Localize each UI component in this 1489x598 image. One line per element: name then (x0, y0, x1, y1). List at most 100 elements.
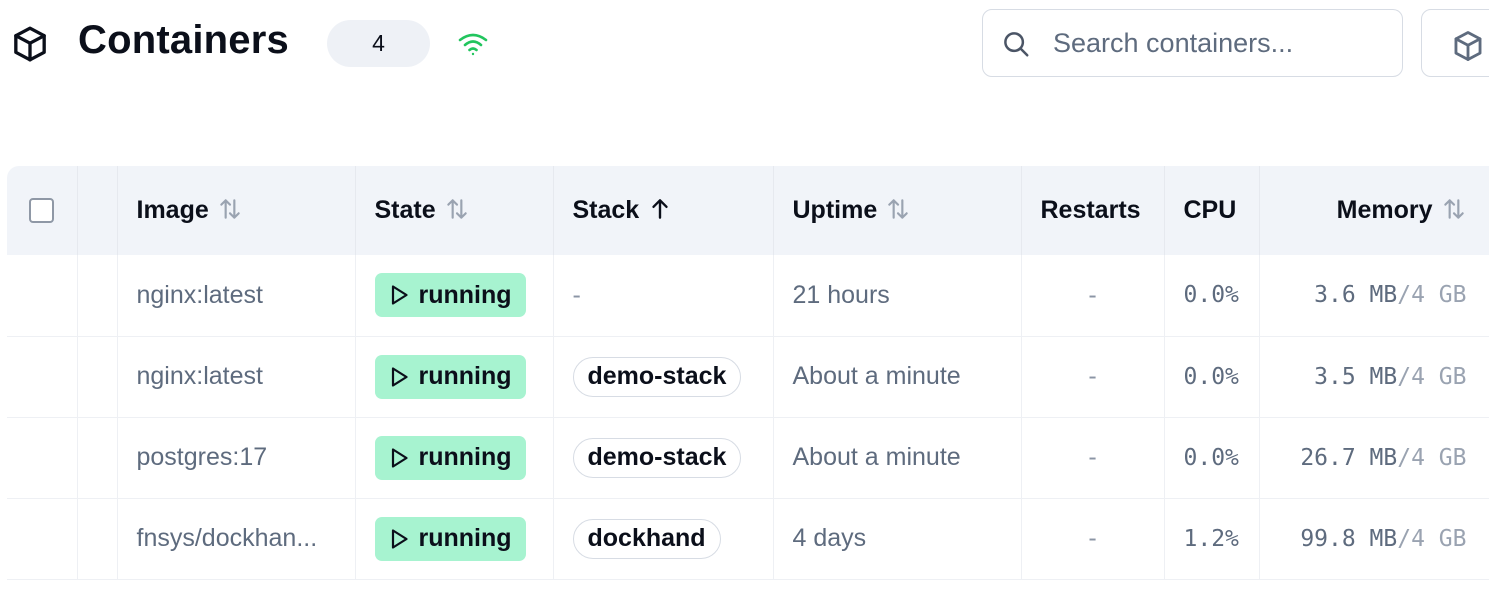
memory-total: /4 GB (1397, 282, 1467, 309)
column-header-cpu: CPU (1164, 166, 1260, 255)
row-spacer (77, 417, 118, 498)
sort-arrows-icon[interactable] (885, 196, 911, 222)
containers-table: Image State Stack Uptime Restarts CPU Me… (7, 166, 1489, 580)
stack-cell: demo-stack (553, 336, 774, 417)
play-icon (391, 447, 408, 468)
cube-icon (1454, 31, 1482, 61)
uptime-cell: 21 hours (773, 255, 1022, 336)
search-input[interactable] (1053, 22, 1383, 64)
status-badge: running (374, 354, 526, 399)
column-header-restarts: Restarts (1021, 166, 1165, 255)
containers-page: Containers 4 Search containers... Image … (0, 0, 1489, 598)
column-header-label: Image (136, 196, 209, 224)
sort-arrows-icon[interactable] (444, 196, 470, 222)
restarts-value: - (1088, 524, 1097, 552)
wifi-icon (458, 33, 488, 56)
memory-cell: 3.5 MB/4 GB (1259, 336, 1489, 417)
memory-used: 26.7 MB (1300, 444, 1398, 471)
memory-used: 99.8 MB (1300, 525, 1398, 552)
column-header-label: State (374, 196, 436, 224)
search-icon (1004, 32, 1029, 57)
column-header-memory[interactable]: Memory (1259, 166, 1489, 255)
restarts-value: - (1088, 362, 1097, 390)
table-header-row: Image State Stack Uptime Restarts CPU Me… (7, 166, 1489, 255)
stack-badge[interactable]: dockhand (572, 518, 721, 559)
uptime-cell: 4 days (773, 498, 1022, 579)
memory-used: 3.6 MB (1314, 282, 1398, 309)
restarts-cell: - (1021, 255, 1165, 336)
state-cell: running (355, 498, 554, 579)
status-label: running (418, 524, 512, 552)
image-cell: nginx:latest (117, 255, 356, 336)
play-icon (391, 285, 408, 305)
sort-arrows-icon[interactable] (1441, 196, 1467, 222)
search-box[interactable] (982, 9, 1403, 77)
row-spacer (77, 498, 118, 579)
column-header-state[interactable]: State (355, 166, 554, 255)
status-badge: running (374, 273, 526, 318)
restarts-value: - (1088, 443, 1097, 471)
restarts-cell: - (1021, 336, 1165, 417)
memory-total: /4 GB (1397, 444, 1467, 471)
image-cell: nginx:latest (117, 336, 356, 417)
table-row[interactable]: fnsys/dockhan... running dockhand 4 days… (7, 498, 1489, 579)
uptime-cell: About a minute (773, 417, 1022, 498)
stack-cell: - (553, 255, 774, 336)
restarts-value: - (1088, 280, 1097, 309)
restarts-cell: - (1021, 417, 1165, 498)
page-title: Containers (78, 18, 289, 62)
select-all-checkbox[interactable] (29, 198, 54, 223)
table-row[interactable]: nginx:latest running - 21 hours - 0.0% 3… (7, 255, 1489, 336)
stack-empty: - (572, 280, 581, 309)
cpu-cell: 0.0% (1164, 255, 1260, 336)
row-spacer (77, 255, 118, 336)
memory-total: /4 GB (1397, 525, 1467, 552)
status-label: running (418, 280, 512, 309)
cube-icon (14, 26, 46, 62)
memory-cell: 26.7 MB/4 GB (1259, 417, 1489, 498)
column-header-uptime[interactable]: Uptime (773, 166, 1022, 255)
row-select-cell (7, 417, 78, 498)
status-label: running (418, 362, 512, 390)
cpu-cell: 0.0% (1164, 336, 1260, 417)
column-header-label: CPU (1183, 196, 1237, 224)
play-icon (391, 366, 408, 387)
status-badge: running (374, 435, 526, 480)
column-header-label: Stack (572, 196, 640, 224)
memory-total: /4 GB (1397, 363, 1467, 390)
cpu-cell: 1.2% (1164, 498, 1260, 579)
row-select-cell (7, 255, 78, 336)
state-cell: running (355, 255, 554, 336)
state-cell: running (355, 417, 554, 498)
table-row[interactable]: nginx:latest running demo-stack About a … (7, 336, 1489, 417)
play-icon (391, 528, 408, 549)
uptime-cell: About a minute (773, 336, 1022, 417)
column-header-label: Memory (1336, 196, 1433, 224)
stack-badge[interactable]: demo-stack (572, 356, 742, 397)
row-select-cell (7, 336, 78, 417)
restarts-cell: - (1021, 498, 1165, 579)
container-count-badge: 4 (327, 20, 430, 67)
status-badge: running (374, 516, 526, 561)
stack-cell: dockhand (553, 498, 774, 579)
cpu-cell: 0.0% (1164, 417, 1260, 498)
row-select-cell (7, 498, 78, 579)
page-header: Containers 4 (0, 0, 1489, 90)
image-cell: postgres:17 (117, 417, 356, 498)
arrow-up-icon[interactable] (647, 196, 673, 222)
container-filter-button[interactable] (1421, 9, 1489, 77)
column-header-label: Uptime (792, 196, 878, 224)
status-label: running (418, 443, 512, 471)
memory-cell: 99.8 MB/4 GB (1259, 498, 1489, 579)
header-spacer (77, 166, 118, 255)
column-header-image[interactable]: Image (117, 166, 356, 255)
stack-cell: demo-stack (553, 417, 774, 498)
row-spacer (77, 336, 118, 417)
state-cell: running (355, 336, 554, 417)
column-header-stack[interactable]: Stack (553, 166, 774, 255)
memory-cell: 3.6 MB/4 GB (1259, 255, 1489, 336)
memory-used: 3.5 MB (1314, 363, 1398, 390)
sort-arrows-icon[interactable] (217, 196, 243, 222)
stack-badge[interactable]: demo-stack (572, 437, 742, 478)
table-row[interactable]: postgres:17 running demo-stack About a m… (7, 417, 1489, 498)
